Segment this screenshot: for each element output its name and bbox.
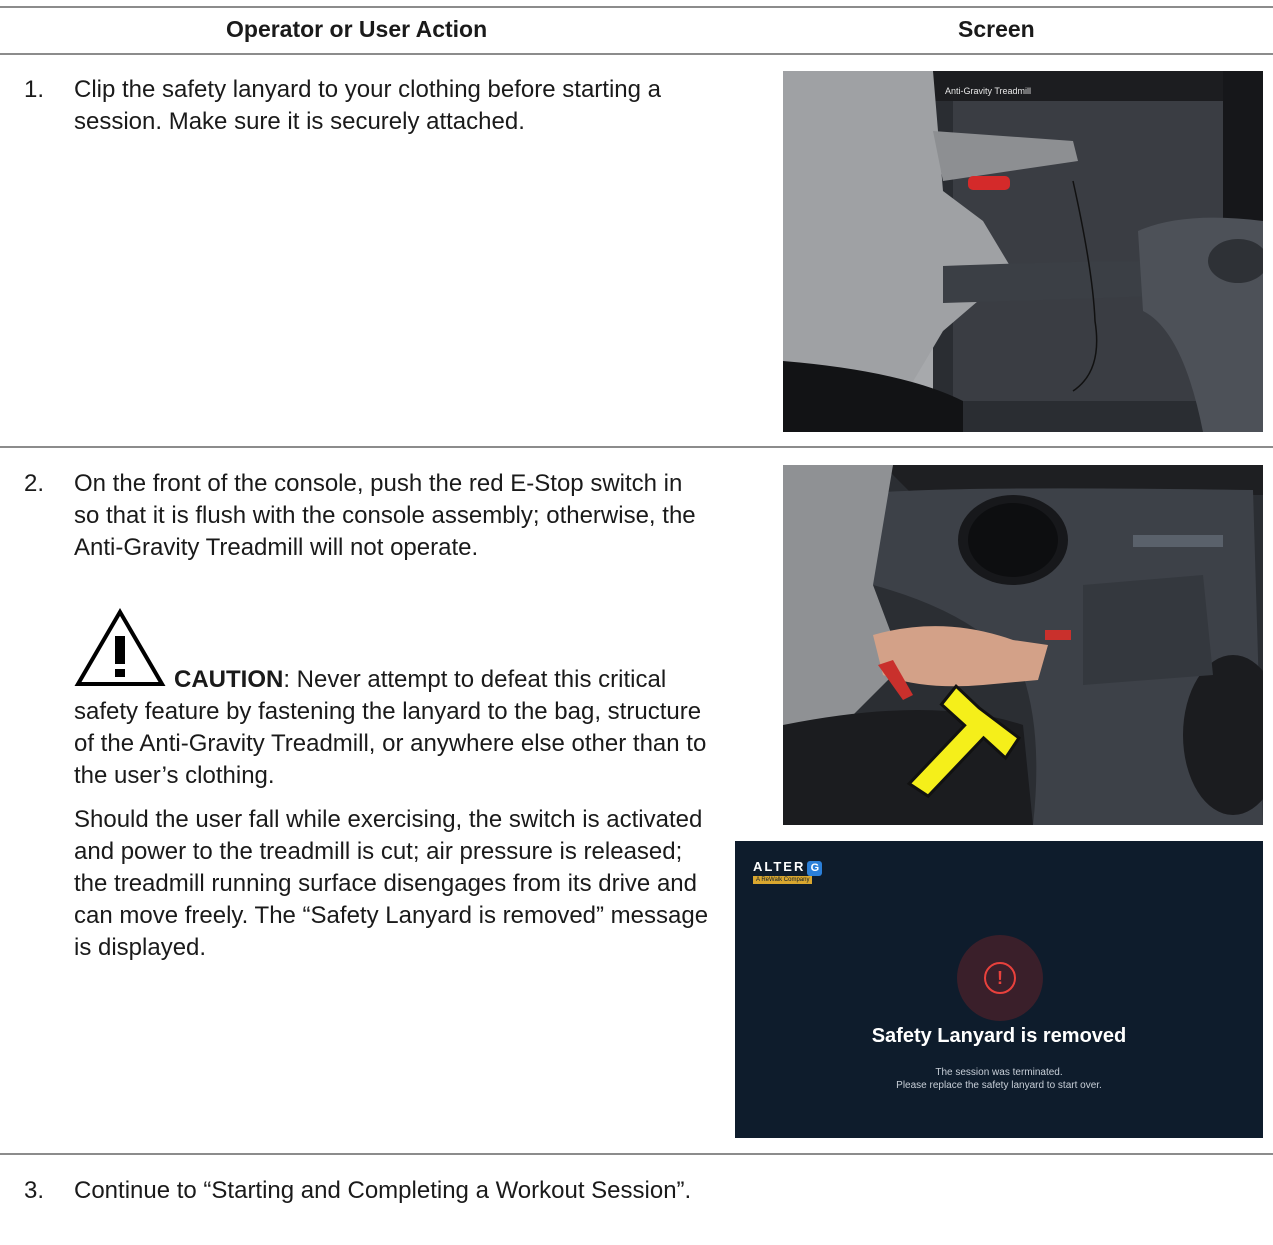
row-2-rule xyxy=(0,1153,1273,1155)
step-2: 2. On the front of the console, push the… xyxy=(24,468,714,564)
header-rule xyxy=(0,53,1273,55)
caution-text: : Never attempt to defeat this critical … xyxy=(74,666,707,789)
step-number: 2. xyxy=(24,470,45,497)
alterg-g-icon: G xyxy=(807,861,823,876)
screen-message: The session was terminated. Please repla… xyxy=(735,1066,1263,1092)
step-number: 1. xyxy=(24,76,45,103)
caution-label: CAUTION xyxy=(174,666,284,693)
fall-paragraph: Should the user fall while exercising, t… xyxy=(74,806,709,961)
screen-message-line-1: The session was terminated. xyxy=(935,1067,1063,1078)
header-operator-action: Operator or User Action xyxy=(226,16,488,42)
lanyard-clip-photo: Anti-Gravity Treadmill xyxy=(783,71,1263,432)
step-3: 3. Continue to “Starting and Completing … xyxy=(24,1175,714,1207)
console-screen-lanyard-removed: ALTER G A ReWalk Company ! Safety Lanyard… xyxy=(735,841,1263,1138)
treadmill-brand-label: Anti-Gravity Treadmill xyxy=(945,86,1031,96)
step-text: Clip the safety lanyard to your clothing… xyxy=(74,76,661,135)
caution-note: CAUTION: Never attempt to defeat this cr… xyxy=(74,664,714,792)
step-text: Continue to “Starting and Completing a W… xyxy=(74,1177,692,1204)
alterg-logo-tagline: A ReWalk Company xyxy=(753,876,813,884)
screen-title: Safety Lanyard is removed xyxy=(871,1025,1127,1047)
screen-message-line-2: Please replace the safety lanyard to sta… xyxy=(896,1080,1102,1091)
alert-icon: ! xyxy=(984,962,1016,994)
step-number: 3. xyxy=(24,1177,45,1204)
header-screen: Screen xyxy=(958,16,1035,42)
alterg-logo: ALTER G xyxy=(753,859,823,876)
step-1: 1. Clip the safety lanyard to your cloth… xyxy=(24,74,714,138)
alert-badge: ! xyxy=(957,935,1043,1021)
step-text: On the front of the console, push the re… xyxy=(74,470,696,561)
estop-switch-photo xyxy=(783,465,1263,825)
row-1-rule xyxy=(0,446,1273,448)
table-top-rule xyxy=(0,6,1273,8)
